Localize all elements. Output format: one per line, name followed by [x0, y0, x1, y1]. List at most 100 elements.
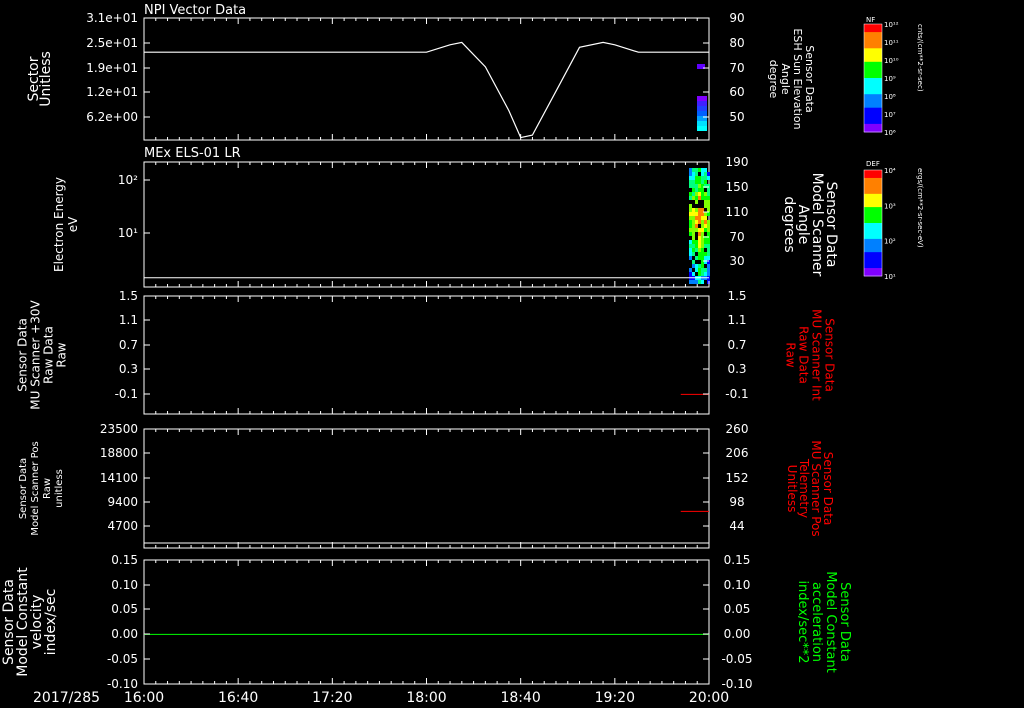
els-spectrogram-cell: [695, 188, 698, 192]
y-tick-label-left: 1.1: [119, 313, 138, 327]
y-tick-label-left: 23500: [100, 422, 138, 436]
left-axis-label: Electron Energy: [52, 177, 66, 272]
els-spectrogram-cell: [692, 272, 695, 276]
y-tick-label-right: 0.3: [727, 362, 746, 376]
right-axis-label: Raw Data: [797, 326, 811, 384]
els-spectrogram-cell: [704, 180, 707, 184]
y-tick-label-right: 70: [729, 230, 744, 244]
els-spectrogram-cell: [689, 256, 692, 260]
els-spectrogram-cell: [707, 244, 710, 248]
els-spectrogram-cell: [701, 268, 704, 272]
y-tick-label-left: 1.9e+01: [86, 61, 138, 75]
els-spectrogram-cell: [689, 184, 692, 188]
colorbar-def-tick-label: 10¹: [884, 273, 896, 281]
els-spectrogram-cell: [692, 244, 695, 248]
els-spectrogram-cell: [698, 240, 701, 244]
els-spectrogram-cell: [698, 208, 701, 212]
els-spectrogram-cell: [707, 240, 710, 244]
y-tick-label-right: 152: [726, 471, 749, 485]
panel-2-title: MEx ELS-01 LR: [144, 146, 241, 161]
left-axis-label: MU Scanner +30V: [29, 300, 43, 410]
els-spectrogram-cell: [695, 248, 698, 252]
els-spectrogram-cell: [692, 180, 695, 184]
els-spectrogram-cell: [698, 264, 701, 268]
colorbar-nf-tick-label: 10¹²: [884, 21, 899, 29]
left-axis-label: Unitless: [38, 51, 54, 107]
y-tick-label-left: 0.7: [119, 338, 138, 352]
colorbar-nf-tick-label: 10⁷: [884, 111, 896, 119]
y-tick-label-right: 80: [729, 36, 744, 50]
els-spectrogram-cell: [692, 252, 695, 256]
els-spectrogram-cell: [704, 268, 707, 272]
els-spectrogram-cell: [701, 256, 704, 260]
els-spectrogram-cell: [689, 248, 692, 252]
y-tick-label-right: 98: [729, 495, 744, 509]
els-spectrogram-cell: [692, 212, 695, 216]
x-tick-label: 16:00: [124, 690, 164, 706]
els-spectrogram-cell: [698, 256, 701, 260]
els-spectrogram-cell: [692, 260, 695, 264]
npi-vector-data-plot: NPI Vector Data MEx ELS-01 LR 2017/285 N…: [0, 0, 1024, 708]
els-spectrogram-cell: [707, 252, 710, 256]
colorbar-def-tick-label: 10⁴: [884, 167, 896, 175]
y-tick-label-left: -0.05: [107, 652, 138, 666]
els-spectrogram-cell: [707, 228, 710, 232]
els-spectrogram-cell: [707, 272, 710, 276]
right-axis-label: acceleration: [809, 582, 824, 662]
els-spectrogram-cell: [695, 192, 698, 196]
els-spectrogram-cell: [698, 212, 701, 216]
els-spectrogram-cell: [689, 172, 692, 176]
colorbar-1-label: NF: [866, 16, 875, 24]
els-spectrogram-cell: [698, 248, 701, 252]
y-tick-label-left: 10²: [118, 173, 138, 187]
els-spectrogram-cell: [698, 192, 701, 196]
x-tick-label: 20:00: [689, 690, 729, 706]
els-spectrogram-cell: [695, 200, 698, 204]
els-spectrogram-cell: [695, 196, 698, 200]
y-tick-label-right: 0.10: [724, 578, 751, 592]
right-axis-label: Unitless: [785, 465, 799, 513]
y-tick-label-right: 0.00: [724, 627, 751, 641]
els-spectrogram-cell: [692, 184, 695, 188]
els-spectrogram-cell: [698, 244, 701, 248]
els-spectrogram-cell: [704, 252, 707, 256]
left-axis-label: Sensor Data: [18, 458, 29, 519]
els-spectrogram-cell: [701, 216, 704, 220]
els-spectrogram-cell: [704, 240, 707, 244]
els-spectrogram-cell: [704, 228, 707, 232]
els-spectrogram-cell: [698, 216, 701, 220]
els-spectrogram-cell: [695, 184, 698, 188]
els-spectrogram-cell: [692, 232, 695, 236]
els-spectrogram-cell: [695, 256, 698, 260]
y-tick-label-right: 1.5: [727, 289, 746, 303]
els-spectrogram-cell: [692, 192, 695, 196]
els-spectrogram-cell: [701, 172, 704, 176]
els-spectrogram-cell: [701, 212, 704, 216]
els-spectrogram-cell: [692, 240, 695, 244]
els-spectrogram-cell: [692, 280, 695, 284]
els-spectrogram-cell: [704, 172, 707, 176]
els-spectrogram-cell: [698, 168, 701, 172]
els-spectrogram-cell: [707, 268, 710, 272]
els-spectrogram-cell: [701, 244, 704, 248]
els-spectrogram-cell: [695, 240, 698, 244]
els-spectrogram-cell: [698, 280, 701, 284]
els-spectrogram-cell: [698, 184, 701, 188]
els-spectrogram-cell: [701, 232, 704, 236]
y-tick-label-left: 6.2e+00: [86, 110, 138, 124]
y-tick-label-left: 0.05: [111, 602, 138, 616]
els-spectrogram-cell: [698, 196, 701, 200]
colorbar-nf-tick-label: 10¹⁰: [884, 57, 899, 65]
els-spectrogram-cell: [695, 208, 698, 212]
y-tick-label-left: 1.2e+01: [86, 85, 138, 99]
els-spectrogram-cell: [701, 280, 704, 284]
nf-spectrogram-cell: [697, 101, 707, 106]
right-axis-label: Raw: [784, 342, 798, 367]
y-tick-label-left: 0.00: [111, 627, 138, 641]
els-spectrogram-cell: [689, 268, 692, 272]
els-spectrogram-cell: [692, 264, 695, 268]
els-spectrogram-cell: [707, 220, 710, 224]
els-spectrogram-cell: [689, 280, 692, 284]
y-tick-label-right: 0.7: [727, 338, 746, 352]
y-tick-label-right: 206: [726, 446, 749, 460]
